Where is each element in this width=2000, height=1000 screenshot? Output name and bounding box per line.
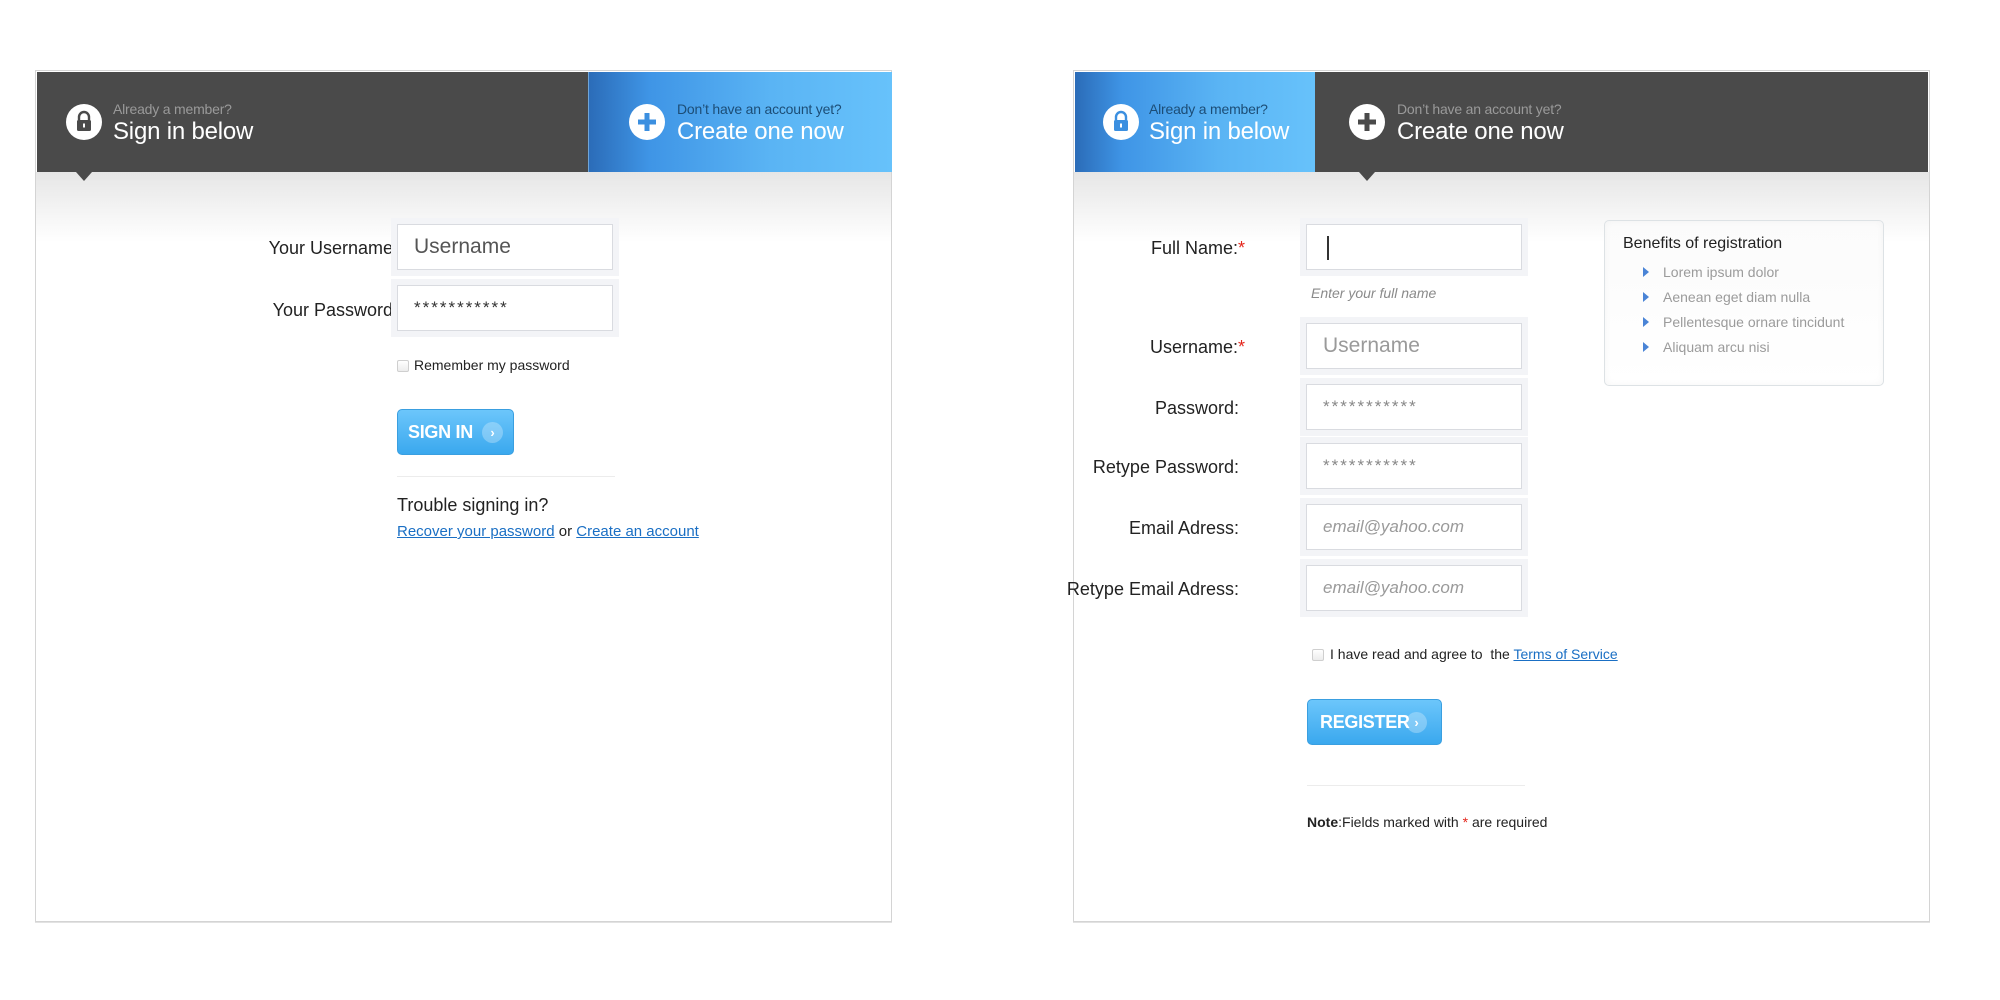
retype-email-field-wrap: email@yahoo.com [1300, 559, 1528, 617]
terms-of-service-link[interactable]: Terms of Service [1513, 646, 1617, 662]
benefits-panel: Benefits of registration Lorem ipsum dol… [1604, 220, 1884, 386]
tab-header: Already a member? Sign in below Don’t ha… [1075, 72, 1930, 181]
email-field-wrap: email@yahoo.com [1300, 498, 1528, 556]
required-note: Note:Fields marked with * are required [1307, 814, 1547, 830]
recover-password-link[interactable]: Recover your password [397, 523, 555, 540]
tab-title: Sign in below [113, 118, 254, 145]
tab-create-account[interactable]: Don’t have an account yet? Create one no… [1315, 72, 1930, 172]
benefits-title: Benefits of registration [1623, 235, 1783, 252]
active-tab-pointer [76, 172, 92, 181]
create-account-link[interactable]: Create an account [576, 523, 699, 540]
retype-email-input[interactable]: email@yahoo.com [1306, 565, 1522, 611]
tab-subtitle: Don’t have an account yet? [1397, 101, 1562, 117]
tab-sign-in[interactable]: Already a member? Sign in below [37, 72, 588, 172]
chevron-right-icon: › [482, 422, 503, 443]
fullname-input[interactable] [1306, 224, 1522, 270]
retype-password-field-wrap: *********** [1300, 437, 1528, 495]
email-input[interactable]: email@yahoo.com [1306, 504, 1522, 550]
divider [397, 476, 615, 477]
note-text: are required [1468, 814, 1548, 830]
note-bold: Note [1307, 814, 1339, 830]
list-item: Pellentesque ornare tincidunt [1643, 313, 1844, 338]
help-links: Recover your password or Create an accou… [397, 523, 699, 540]
tab-title: Sign in below [1149, 118, 1290, 145]
password-input[interactable]: *********** [397, 285, 613, 331]
login-card: Already a member? Sign in below Don’t ha… [35, 70, 892, 922]
triangle-bullet-icon [1643, 292, 1649, 302]
sign-in-button[interactable]: SIGN IN › [397, 409, 514, 455]
username-label-text: Username: [1149, 337, 1238, 357]
fullname-hint: Enter your full name [1311, 285, 1437, 301]
benefit-text: Lorem ipsum dolor [1663, 264, 1779, 280]
plus-icon [1349, 104, 1385, 140]
text-caret [1327, 236, 1329, 260]
list-item: Aenean eget diam nulla [1643, 288, 1844, 313]
benefit-text: Aliquam arcu nisi [1663, 339, 1770, 355]
username-input[interactable]: Username [1306, 323, 1522, 369]
register-card: Already a member? Sign in below Don’t ha… [1067, 70, 1930, 922]
tab-subtitle: Don’t have an account yet? [677, 101, 842, 117]
triangle-bullet-icon [1643, 267, 1649, 277]
or-text: or [558, 523, 573, 540]
list-item: Lorem ipsum dolor [1643, 263, 1844, 288]
username-field-wrap: Username [1300, 317, 1528, 375]
password-label: Your Password: [272, 300, 398, 320]
tab-create-account[interactable]: Don’t have an account yet? Create one no… [588, 72, 892, 172]
fullname-label-text: Full Name: [1150, 238, 1238, 258]
tab-header: Already a member? Sign in below Don’t ha… [37, 72, 892, 181]
tab-sign-in[interactable]: Already a member? Sign in below [1075, 72, 1315, 172]
retype-password-label: Retype Password: [1092, 457, 1239, 477]
lock-icon [1103, 104, 1139, 140]
active-tab-pointer [1359, 172, 1375, 181]
username-field-wrap: Username [391, 218, 619, 276]
tab-subtitle: Already a member? [1149, 101, 1268, 117]
password-field-wrap: *********** [1300, 378, 1528, 436]
register-label: REGISTER [1320, 712, 1410, 732]
retype-password-input[interactable]: *********** [1306, 443, 1522, 489]
terms-label: I have read and agree to the [1330, 646, 1510, 662]
lock-icon [66, 104, 102, 140]
benefits-list: Lorem ipsum dolor Aenean eget diam nulla… [1643, 263, 1844, 363]
divider [1307, 785, 1525, 786]
password-field-wrap: *********** [391, 279, 619, 337]
plus-icon [629, 104, 665, 140]
list-item: Aliquam arcu nisi [1643, 338, 1844, 363]
benefit-text: Pellentesque ornare tincidunt [1663, 314, 1845, 330]
note-text: :Fields marked with [1338, 814, 1463, 830]
triangle-bullet-icon [1643, 342, 1649, 352]
fullname-field-wrap [1300, 218, 1528, 276]
username-label: Username:* [1150, 337, 1245, 358]
terms-checkbox[interactable] [1312, 649, 1324, 661]
username-input[interactable]: Username [397, 224, 613, 270]
trouble-heading: Trouble signing in? [397, 495, 549, 515]
sign-in-label: SIGN IN [408, 422, 473, 442]
tab-subtitle: Already a member? [113, 101, 232, 117]
retype-email-label: Retype Email Adress: [1066, 579, 1239, 599]
tab-title: Create one now [1397, 118, 1564, 145]
password-input[interactable]: *********** [1306, 384, 1522, 430]
username-label: Your Username: [268, 238, 398, 258]
fullname-label: Full Name:* [1151, 238, 1245, 259]
required-marker: * [1237, 337, 1245, 357]
password-label: Password: [1154, 398, 1239, 418]
benefit-text: Aenean eget diam nulla [1663, 289, 1811, 305]
terms-text: I have read and agree to the Terms of Se… [1330, 646, 1618, 662]
email-label: Email Adress: [1128, 518, 1239, 538]
register-button[interactable]: REGISTER › [1307, 699, 1442, 745]
remember-checkbox[interactable] [397, 360, 409, 372]
triangle-bullet-icon [1643, 317, 1649, 327]
remember-label: Remember my password [414, 357, 570, 373]
required-marker: * [1237, 238, 1245, 258]
chevron-right-icon: › [1406, 712, 1427, 733]
tab-title: Create one now [677, 118, 844, 145]
